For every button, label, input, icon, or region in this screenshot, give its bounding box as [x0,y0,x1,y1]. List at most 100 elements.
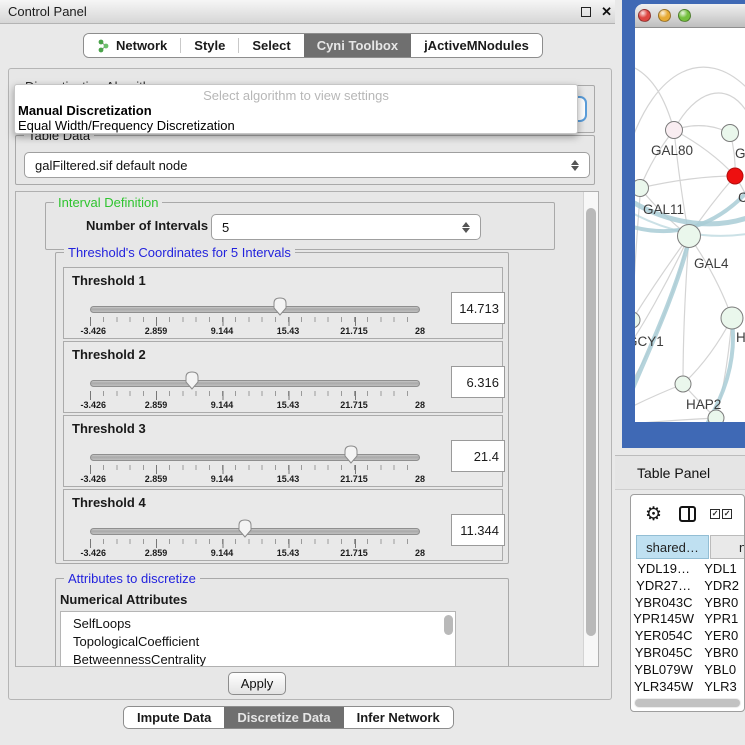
tab-cyni-toolbox-label: Cyni Toolbox [317,38,398,53]
thresholds-group: Threshold's Coordinates for 5 Intervals … [55,252,509,564]
slider-track[interactable] [90,306,420,313]
algorithm-dropdown-popup: Select algorithm to view settings Manual… [14,84,578,134]
table-row[interactable]: YBR045CYBR0 [633,645,744,662]
select-all-check-icon[interactable]: ✓ [722,509,732,519]
node-label-hap2: HAP2 [686,397,721,412]
table-panel-header: Table Panel [615,455,745,490]
dropdown-option-manual[interactable]: Manual Discretization [18,103,152,118]
table-row[interactable]: YER054CYER0 [633,628,744,645]
slider-track[interactable] [90,380,420,387]
node-right-mid[interactable] [721,307,743,329]
combobox-arrows-icon [462,222,470,233]
table-data-combobox[interactable]: galFiltered.sif default node [24,152,590,178]
table-row[interactable]: YDR27…YDR2 [633,578,744,595]
node-gal11[interactable] [635,180,649,197]
table-row[interactable]: YLR345WYLR3 [633,679,744,696]
threshold-2-label: Threshold 2 [72,347,146,362]
apply-button[interactable]: Apply [228,672,286,695]
threshold-4-slider-thumb[interactable] [238,519,253,541]
network-window-titlebar[interactable] [635,4,745,28]
threshold-4-slider[interactable]: -3.4262.859 9.14415.43 21.71528 [90,516,420,560]
tab-style[interactable]: Style [181,34,238,57]
column-header-name[interactable]: na [710,535,745,559]
zoom-traffic-light-icon[interactable] [678,9,691,22]
float-window-icon[interactable] [581,7,591,17]
settings-scrollbar[interactable] [583,192,598,666]
threshold-3-slider[interactable]: -3.4262.859 9.14415.43 21.71528 [90,442,420,486]
table-data-combobox-value: galFiltered.sif default node [35,158,187,173]
network-canvas[interactable]: GAL80 GA C GAL11 GAL4 GCY1 H HAP2 [635,28,745,422]
tab-style-label: Style [194,38,225,53]
table-row[interactable]: YBL079WYBL0 [633,662,744,679]
slider-tick-labels: -3.4262.859 9.14415.43 21.71528 [90,474,420,485]
threshold-3-value-field[interactable]: 21.4 [451,440,505,472]
number-of-intervals-combobox[interactable]: 5 [211,214,481,240]
gear-icon[interactable]: ⚙ [645,503,662,526]
threshold-3-label: Threshold 3 [72,421,146,436]
threshold-3-slider-thumb[interactable] [343,445,358,467]
threshold-2-panel: Threshold 2 -3.4262.859 9.14415.43 21.71… [63,341,503,413]
split-view-icon[interactable] [679,506,696,522]
table-panel-title: Table Panel [637,465,710,481]
close-icon[interactable]: ✕ [601,7,612,17]
threshold-1-slider-thumb[interactable] [273,297,288,319]
network-view-window: GAL80 GA C GAL11 GAL4 GCY1 H HAP2 [622,0,745,448]
threshold-1-value-field[interactable]: 14.713 [451,292,505,324]
control-panel: Control Panel ✕ Network Style Select Cyn… [0,0,620,745]
column-header-shared-name[interactable]: shared… [636,535,709,559]
thresholds-group-label: Threshold's Coordinates for 5 Intervals [64,245,295,260]
slider-tick-labels: -3.4262.859 9.14415.43 21.71528 [90,400,420,411]
tab-jactivemnodules[interactable]: jActiveMNodules [411,34,542,57]
list-item[interactable]: BetweennessCentrality [61,651,455,667]
app-screen: { "titlebar": { "title": "Control Panel"… [0,0,745,745]
node-label-gal80: GAL80 [651,143,693,158]
network-mac-window: GAL80 GA C GAL11 GAL4 GCY1 H HAP2 [635,4,745,422]
table-row[interactable]: YDL19…YDL1 [633,561,744,578]
threshold-1-slider[interactable]: -3.4262.859 9.14415.43 21.71528 [90,294,420,338]
node-label-partial-right: H [736,330,745,345]
table-row[interactable]: YBR043CYBR0 [633,595,744,612]
table-horizontal-scrollbar[interactable] [634,698,741,708]
threshold-2-slider[interactable]: -3.4262.859 9.14415.43 21.71528 [90,368,420,412]
slider-track[interactable] [90,454,420,461]
node-label-partial-top: GA [735,146,745,161]
threshold-4-label: Threshold 4 [72,495,146,510]
tab-cyni-toolbox[interactable]: Cyni Toolbox [304,34,411,57]
select-column-check-icon[interactable]: ✓ [710,509,720,519]
node-hap2[interactable] [675,376,691,392]
tab-impute-data-label: Impute Data [137,710,211,725]
network-graph: GAL80 GA C GAL11 GAL4 GCY1 H HAP2 [635,28,745,422]
tab-jactivemnodules-label: jActiveMNodules [424,38,529,53]
threshold-2-slider-thumb[interactable] [185,371,200,393]
attributes-group: Attributes to discretize Numerical Attri… [55,578,509,667]
list-item[interactable]: TopologicalCoefficient [61,633,455,651]
tab-select-label: Select [252,38,290,53]
right-region: GAL80 GA C GAL11 GAL4 GCY1 H HAP2 Table … [615,0,745,745]
tab-network[interactable]: Network [84,34,180,57]
tab-select[interactable]: Select [239,34,303,57]
node-gal4[interactable] [678,225,701,248]
node-top-right[interactable] [722,125,739,142]
numerical-attributes-list[interactable]: SelfLoops TopologicalCoefficient Between… [60,611,456,667]
close-traffic-light-icon[interactable] [638,9,651,22]
tab-infer-network[interactable]: Infer Network [344,707,453,728]
control-panel-title: Control Panel [8,4,87,19]
settings-scrollbar-thumb[interactable] [586,208,596,636]
table-horizontal-scrollbar-thumb[interactable] [635,699,740,707]
threshold-2-value-field[interactable]: 6.316 [451,366,505,398]
node-gcy1[interactable] [635,312,640,328]
tab-impute-data[interactable]: Impute Data [124,707,224,728]
table-row[interactable]: YPR145WYPR1 [633,611,744,628]
list-scrollbar-thumb[interactable] [444,615,453,635]
list-item[interactable]: SelfLoops [61,612,455,633]
dropdown-option-equal-width[interactable]: Equal Width/Frequency Discretization [18,118,235,133]
interval-definition-group: Interval Definition Number of Intervals … [45,202,555,250]
minimize-traffic-light-icon[interactable] [658,9,671,22]
slider-track[interactable] [90,528,420,535]
top-tab-bar: Network Style Select Cyni Toolbox jActiv… [83,33,543,58]
node-gal80[interactable] [666,122,683,139]
tab-discretize-data[interactable]: Discretize Data [224,707,343,728]
threshold-4-value-field[interactable]: 11.344 [451,514,505,546]
node-selected-red[interactable] [727,168,743,184]
table-toolbar: ⚙ ✓ ✓ [631,495,744,533]
